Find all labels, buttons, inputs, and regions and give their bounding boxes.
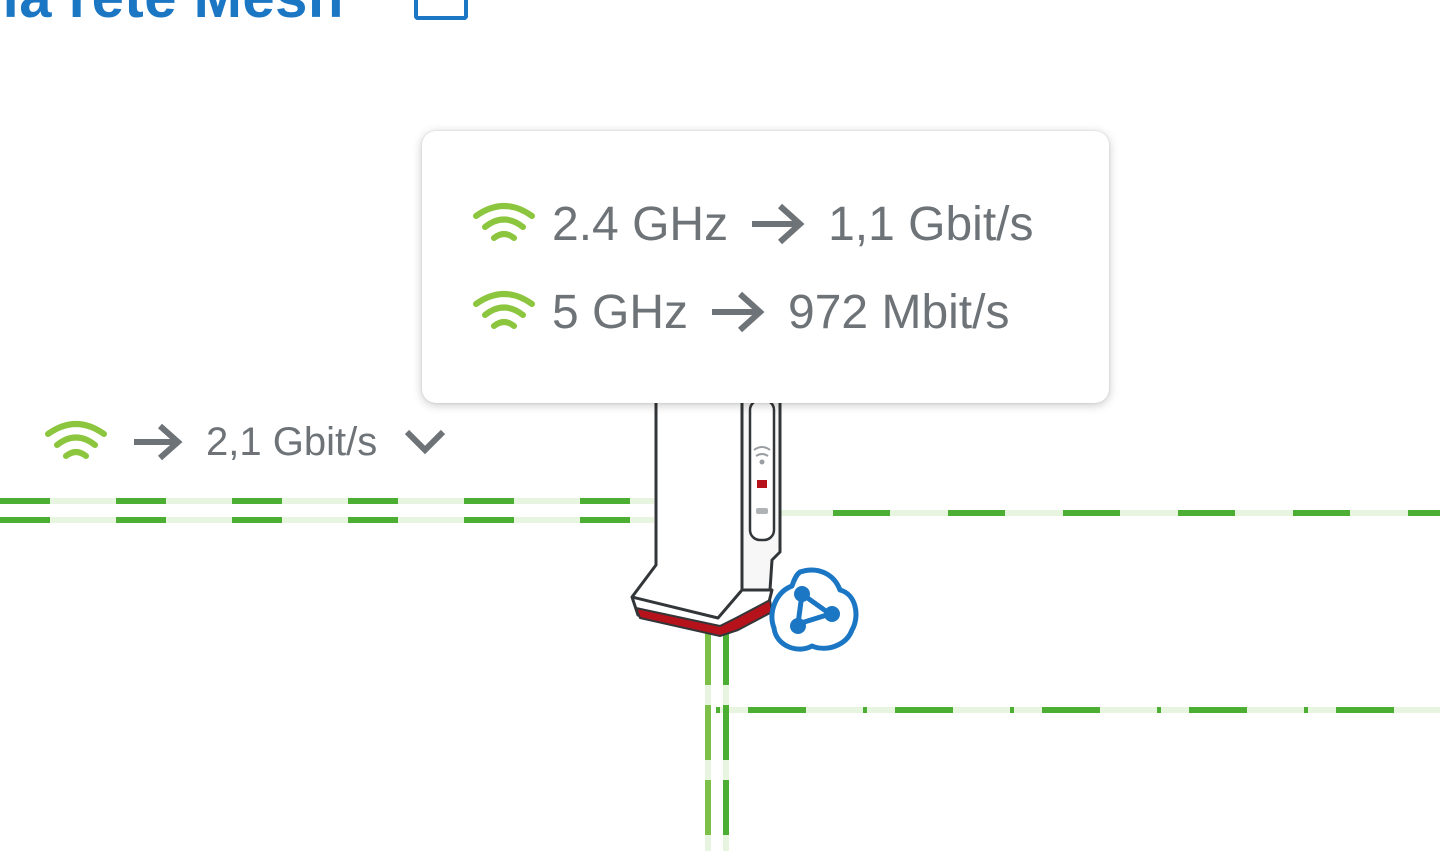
- mesh-overview-canvas: lla rete Mesh: [0, 0, 1440, 851]
- arrow-right-icon: [752, 203, 805, 245]
- band-speed: 972 Mbit/s: [788, 285, 1010, 339]
- band-speed: 1,1 Gbit/s: [828, 197, 1034, 251]
- uplink-speed-value: 2,1 Gbit/s: [206, 419, 378, 464]
- band-row-2-4ghz: 2.4 GHz 1,1 Gbit/s: [472, 192, 1034, 256]
- arrow-right-icon: [712, 291, 765, 333]
- arrow-right-icon: [134, 423, 183, 461]
- wifi-icon: [473, 203, 535, 241]
- band-label: 2.4 GHz: [552, 197, 729, 251]
- band-speed-tooltip: 2.4 GHz 1,1 Gbit/s 5 GHz 972 Mbit/s: [422, 131, 1109, 403]
- connection-line-vertical: [705, 630, 729, 851]
- connection-line-left: [0, 498, 654, 523]
- chevron-down-icon[interactable]: [403, 424, 447, 460]
- uplink-speed-label[interactable]: 2,1 Gbit/s: [44, 416, 447, 468]
- band-label: 5 GHz: [552, 285, 689, 339]
- wifi-icon: [473, 291, 535, 329]
- repeater-device[interactable]: [630, 398, 782, 637]
- band-row-5ghz: 5 GHz 972 Mbit/s: [472, 280, 1009, 344]
- wifi-icon: [45, 421, 107, 459]
- mesh-icon: [769, 567, 859, 652]
